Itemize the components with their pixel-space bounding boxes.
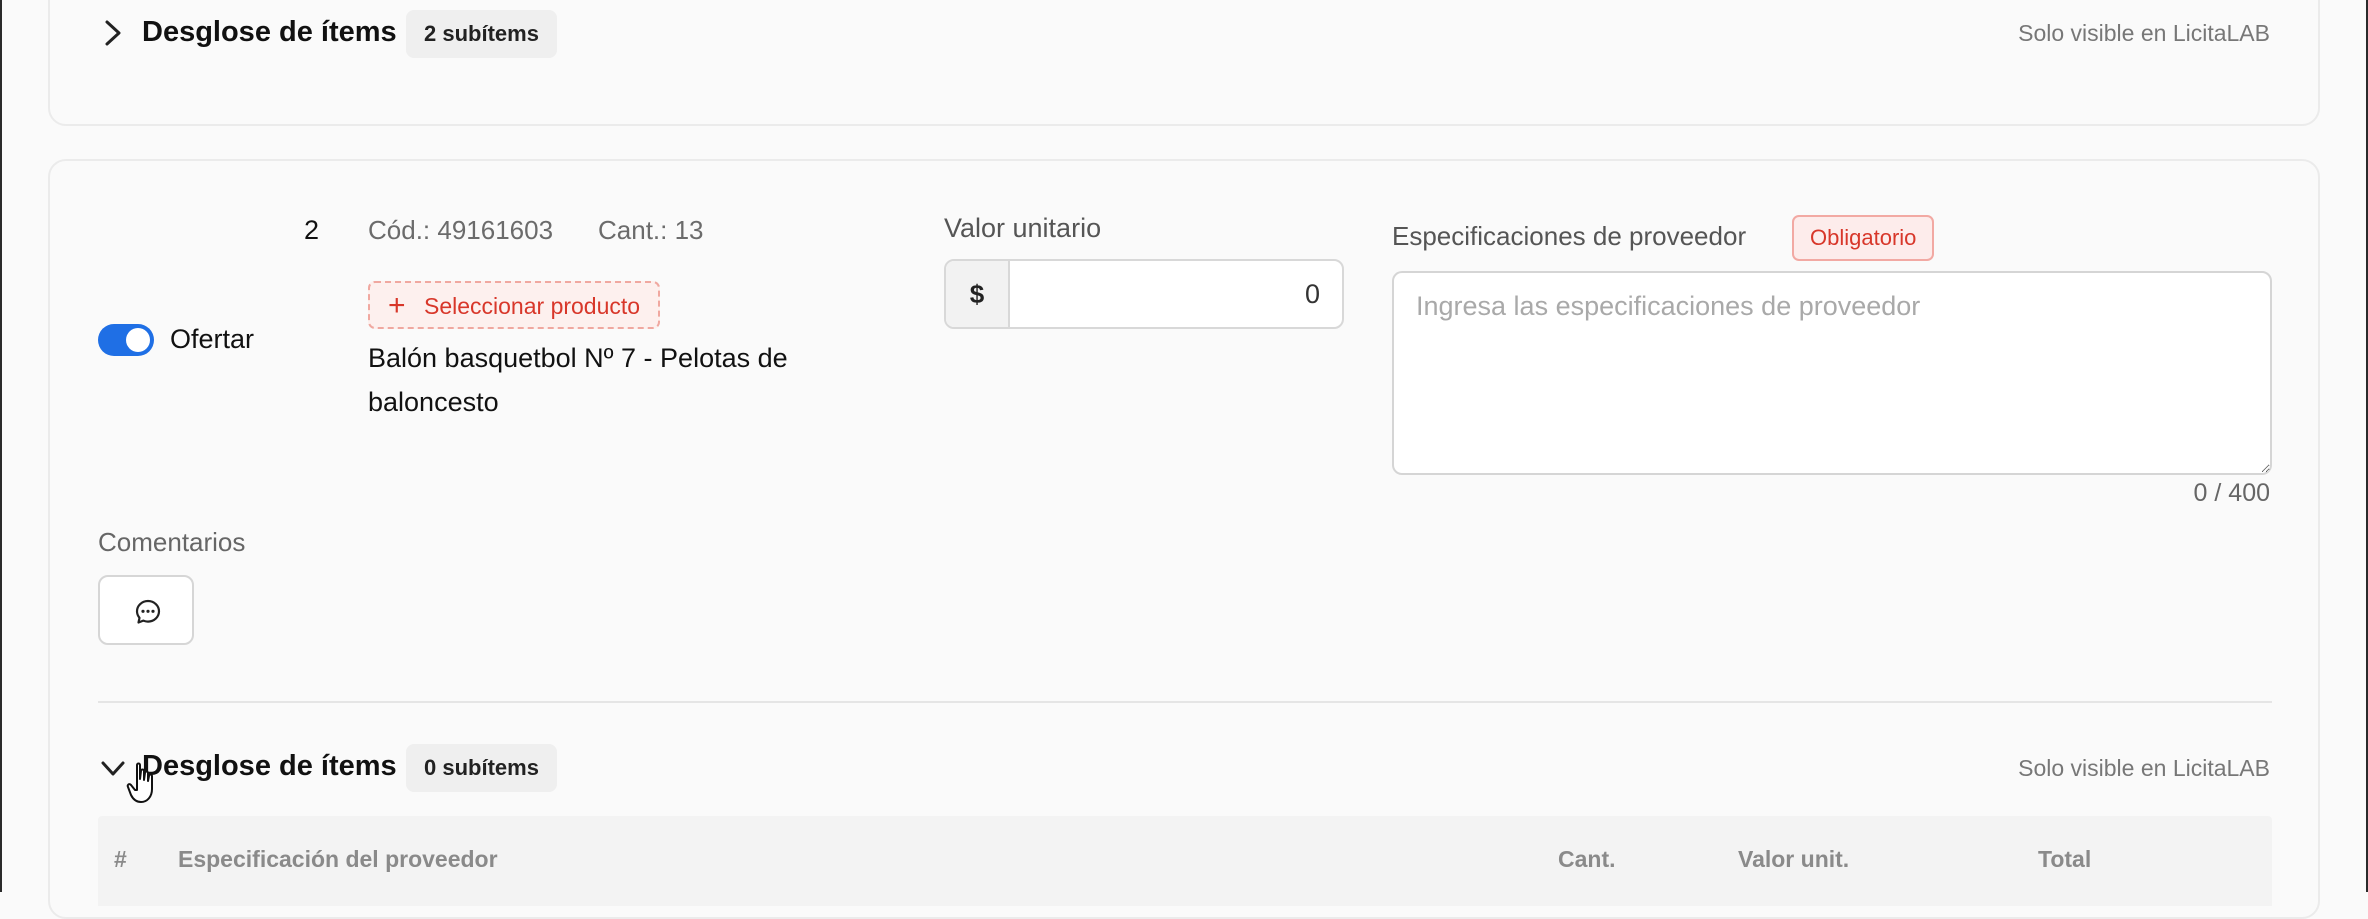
column-header-quantity: Cant. bbox=[1558, 846, 1616, 872]
item-quantity: Cant.: 13 bbox=[598, 215, 704, 245]
required-badge: Obligatorio bbox=[1792, 215, 1935, 261]
breakdown-title[interactable]: Desglose de ítems bbox=[142, 16, 397, 49]
chat-bubble-icon bbox=[135, 599, 161, 624]
column-header-number: # bbox=[114, 846, 127, 872]
comments-button[interactable] bbox=[98, 575, 194, 645]
window-frame-left bbox=[0, 0, 2, 892]
specs-label: Especificaciones de proveedor bbox=[1392, 221, 1747, 251]
currency-prefix: $ bbox=[946, 261, 1010, 327]
column-header-specification: Especificación del proveedor bbox=[178, 846, 498, 872]
subitems-count-badge: 0 subítems bbox=[406, 744, 557, 792]
item-code: Cód.: 49161603 bbox=[368, 215, 554, 245]
product-name-line1: Balón basquetbol Nº 7 - Pelotas de bbox=[368, 343, 788, 373]
offer-toggle[interactable] bbox=[98, 324, 154, 356]
item-card: Ofertar 2 Cód.: 49161603 Cant.: 13 + Sel… bbox=[48, 159, 2320, 919]
specs-textarea[interactable] bbox=[1392, 271, 2272, 475]
product-name-line2: baloncesto bbox=[368, 387, 499, 417]
column-header-unit-value: Valor unit. bbox=[1738, 846, 1850, 872]
column-header-total: Total bbox=[2038, 846, 2092, 872]
offer-label: Ofertar bbox=[170, 324, 255, 354]
chevron-down-icon[interactable] bbox=[100, 755, 126, 781]
comments-label: Comentarios bbox=[98, 527, 246, 557]
select-product-button[interactable]: + Seleccionar producto bbox=[368, 281, 661, 329]
unit-value: 0 bbox=[1304, 279, 1320, 309]
char-counter: 0 / 400 bbox=[2193, 479, 2270, 507]
plus-icon: + bbox=[388, 289, 406, 322]
select-product-label: Seleccionar producto bbox=[424, 293, 641, 319]
toggle-knob bbox=[126, 328, 150, 352]
unit-value-label: Valor unitario bbox=[944, 213, 1102, 243]
subitems-table-header: # Especificación del proveedor Cant. Val… bbox=[98, 816, 2272, 906]
item-number: 2 bbox=[304, 215, 320, 245]
breakdown-title[interactable]: Desglose de ítems bbox=[142, 750, 397, 783]
subitems-count-badge: 2 subítems bbox=[406, 10, 557, 58]
chevron-right-icon[interactable] bbox=[100, 18, 126, 48]
visibility-note: Solo visible en LicitaLAB bbox=[2018, 755, 2270, 781]
visibility-note: Solo visible en LicitaLAB bbox=[2018, 20, 2270, 46]
section-divider bbox=[98, 701, 2272, 703]
item-card-previous: Desglose de ítems 2 subítems Solo visibl… bbox=[48, 0, 2320, 126]
hand-pointer-icon bbox=[126, 761, 160, 805]
unit-value-input[interactable]: $ 0 bbox=[944, 259, 1344, 329]
